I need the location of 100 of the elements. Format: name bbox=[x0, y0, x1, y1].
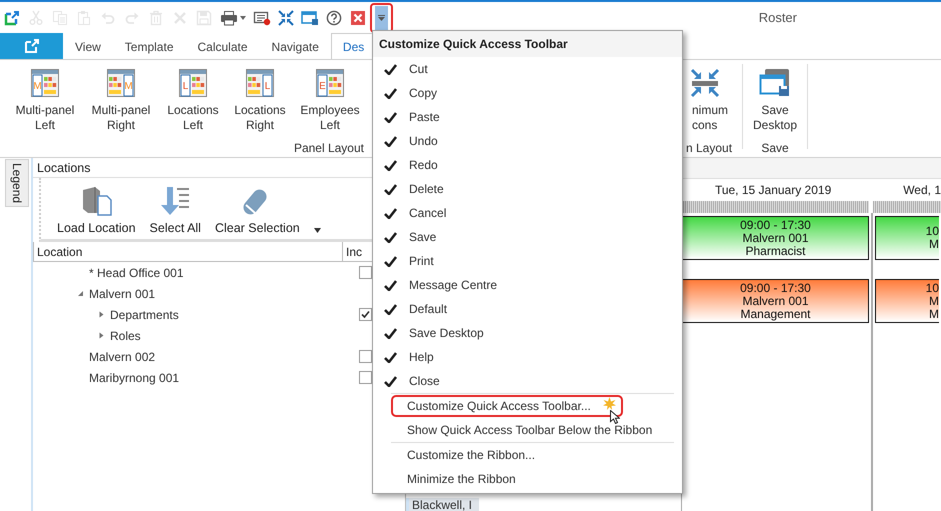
menu-item[interactable]: Customize Quick Access Toolbar... bbox=[373, 399, 591, 413]
menu-item[interactable]: Print bbox=[409, 254, 434, 268]
menu-item[interactable]: Help bbox=[409, 350, 434, 364]
checkbox[interactable] bbox=[359, 266, 372, 279]
caret-icon bbox=[378, 14, 385, 20]
menu-item[interactable]: Undo bbox=[409, 134, 438, 148]
shift-card[interactable]: 10 M bbox=[875, 216, 939, 260]
employee-name[interactable]: Blackwell, I bbox=[406, 498, 479, 511]
menu-item[interactable]: Save Desktop bbox=[409, 326, 484, 340]
caret-icon[interactable] bbox=[240, 16, 246, 20]
select-all-icon[interactable] bbox=[159, 185, 192, 217]
button-label: nimum bbox=[692, 103, 728, 118]
ribbon-button[interactable]: nimum cons bbox=[686, 60, 728, 139]
window-save-icon bbox=[759, 68, 791, 98]
shift-text: Management bbox=[740, 308, 811, 320]
app-menu-button[interactable] bbox=[0, 33, 63, 59]
ribbon-button[interactable]: Save Desktop bbox=[743, 60, 807, 139]
tree-item[interactable]: Malvern 001 bbox=[89, 286, 156, 300]
shift-text: 10 bbox=[926, 225, 939, 238]
tree-item[interactable]: Departments bbox=[110, 308, 179, 322]
collapse-icon[interactable] bbox=[76, 290, 84, 297]
button-label: Left bbox=[320, 118, 340, 133]
menu-item[interactable]: Copy bbox=[409, 86, 438, 100]
close-icon[interactable] bbox=[350, 10, 366, 26]
ribbon-tab[interactable]: Template bbox=[112, 33, 186, 59]
icon-letter: E bbox=[319, 81, 326, 92]
toolbar-button[interactable]: Load Location bbox=[57, 185, 136, 239]
ribbon-button[interactable]: E Employees Left bbox=[292, 60, 368, 139]
icon-letter: L bbox=[264, 81, 270, 92]
printer-icon[interactable] bbox=[220, 10, 238, 26]
ribbon-button[interactable]: L Locations Left bbox=[158, 60, 228, 139]
button-label: cons bbox=[692, 118, 718, 133]
shift-text: Malvern 001 bbox=[742, 294, 809, 308]
menu-item[interactable]: Show Quick Access Toolbar Below the Ribbon bbox=[373, 423, 652, 437]
shift-text: M bbox=[929, 308, 939, 320]
time-ruler bbox=[873, 201, 941, 213]
menu-item[interactable]: Redo bbox=[409, 158, 438, 172]
icon-letter: M bbox=[124, 81, 133, 92]
ribbon-button[interactable]: L Locations Right bbox=[228, 60, 292, 139]
sparkle-icon bbox=[603, 397, 616, 410]
group-label: Panel Layout bbox=[292, 140, 365, 157]
menu-item[interactable]: Close bbox=[409, 374, 440, 388]
button-label: Locations bbox=[167, 103, 219, 118]
menu-item[interactable]: Delete bbox=[409, 182, 444, 196]
day-header: Wed, 1 bbox=[903, 183, 941, 197]
button-label: Locations bbox=[234, 103, 286, 118]
tree-item[interactable]: * Head Office 001 bbox=[89, 266, 184, 280]
menu-item[interactable]: Cancel bbox=[409, 206, 446, 220]
window-save-icon[interactable] bbox=[301, 10, 319, 26]
shift-text: Malvern 001 bbox=[742, 232, 809, 244]
help-icon[interactable] bbox=[326, 10, 342, 26]
menu-title: Customize Quick Access Toolbar bbox=[373, 31, 682, 57]
shift-card[interactable]: 09:00 - 17:30 Malvern 001 Management bbox=[682, 279, 869, 323]
menu-item[interactable]: Paste bbox=[409, 110, 440, 124]
shift-card[interactable]: 10 M M bbox=[875, 279, 939, 323]
checkbox[interactable] bbox=[359, 308, 372, 321]
tree-item[interactable]: Malvern 002 bbox=[89, 350, 156, 364]
menu-item[interactable]: Cut bbox=[409, 62, 428, 76]
ribbon-button[interactable]: M Multi-panel Right bbox=[84, 60, 158, 139]
document-icon[interactable] bbox=[80, 185, 112, 217]
column-header[interactable]: Inc bbox=[346, 244, 362, 258]
caret-icon[interactable] bbox=[314, 228, 321, 233]
toolbar-button[interactable]: Clear Selection bbox=[214, 185, 300, 239]
checkbox[interactable] bbox=[359, 350, 372, 363]
icon-letter: M bbox=[33, 81, 42, 92]
group-label: n Layout bbox=[686, 140, 734, 157]
button-label: Multi-panel bbox=[16, 103, 74, 118]
button-label: Right bbox=[106, 118, 135, 133]
ribbon-tab[interactable]: View bbox=[63, 33, 113, 59]
toolbar-button[interactable]: Select All bbox=[150, 185, 201, 239]
shift-text: 10 bbox=[926, 282, 939, 294]
menu-item[interactable]: Customize the Ribbon... bbox=[373, 448, 536, 462]
tree-item[interactable]: Maribyrnong 001 bbox=[89, 370, 180, 384]
ribbon-button[interactable]: M Multi-panel Left bbox=[6, 60, 84, 139]
shrink-icon[interactable] bbox=[278, 10, 294, 26]
menu-item[interactable]: Minimize the Ribbon bbox=[373, 472, 516, 486]
checkbox[interactable] bbox=[359, 371, 372, 384]
shift-text: M bbox=[929, 238, 939, 251]
icon-letter: L bbox=[182, 81, 188, 92]
cursor-icon bbox=[610, 410, 620, 424]
button-label: Save bbox=[761, 103, 789, 118]
button-label: Multi-panel bbox=[92, 103, 150, 118]
column-header[interactable]: Location bbox=[37, 244, 82, 258]
menu-item[interactable]: Save bbox=[409, 230, 436, 244]
shift-text: Pharmacist bbox=[745, 244, 806, 258]
menu-item[interactable]: Message Centre bbox=[409, 278, 498, 292]
menu-item[interactable]: Default bbox=[409, 302, 448, 316]
button-label: Employees bbox=[300, 103, 360, 118]
customize-toolbar-button[interactable] bbox=[375, 6, 388, 30]
group-label: Save bbox=[760, 140, 790, 157]
message-icon[interactable] bbox=[253, 10, 271, 26]
tree-item[interactable]: Roles bbox=[110, 328, 141, 342]
button-label: Right bbox=[246, 118, 274, 133]
app-icon[interactable] bbox=[4, 10, 20, 26]
shift-card[interactable]: 09:00 - 17:30 Malvern 001 Pharmacist bbox=[682, 216, 869, 260]
ribbon-tab[interactable]: Calculate bbox=[186, 33, 260, 59]
expand-icon[interactable] bbox=[98, 311, 104, 318]
expand-icon[interactable] bbox=[98, 332, 104, 339]
ribbon-tab[interactable]: Navigate bbox=[260, 33, 331, 59]
legend-tab[interactable]: Legend bbox=[5, 159, 29, 207]
